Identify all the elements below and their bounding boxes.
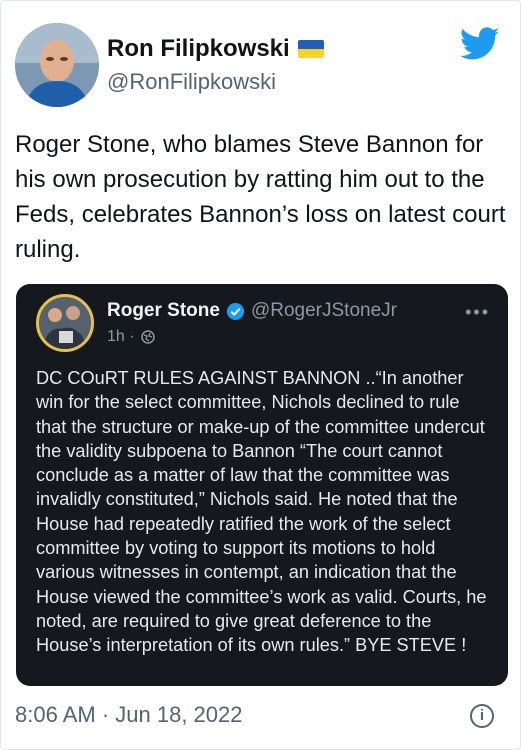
quoted-handle[interactable]: @RogerJStoneJr	[251, 300, 397, 322]
quoted-header: Roger Stone @RogerJStoneJr	[107, 300, 397, 322]
author-handle[interactable]: @RonFilipkowski	[107, 69, 324, 95]
author-display-name-row[interactable]: Ron Filipkowski	[107, 35, 324, 63]
quoted-author-avatar[interactable]	[36, 294, 94, 352]
tweet-header: Ron Filipkowski @RonFilipkowski	[15, 23, 506, 107]
quoted-body-text: DC COuRT RULES AGAINST BANNON ..“In anot…	[36, 368, 487, 656]
author-display-name[interactable]: Ron Filipkowski	[107, 35, 290, 63]
more-options-icon[interactable]: •••	[465, 302, 490, 323]
author-avatar[interactable]	[15, 23, 99, 107]
quoted-display-name[interactable]: Roger Stone	[107, 300, 220, 322]
tweet-footer: 8:06 AM · Jun 18, 2022 i	[15, 698, 506, 734]
verified-badge-icon	[226, 302, 245, 320]
tweet-text: Roger Stone, who blames Steve Bannon for…	[15, 131, 506, 263]
quoted-tweet[interactable]: Roger Stone @RogerJStoneJr ••• 1h · DC C…	[16, 284, 508, 686]
tweet-timestamp[interactable]: 8:06 AM · Jun 18, 2022	[15, 702, 243, 728]
quoted-time[interactable]: 1h ·	[107, 328, 135, 346]
tweet-card: Ron Filipkowski @RonFilipkowski Roger St…	[0, 0, 521, 750]
info-icon[interactable]: i	[470, 704, 494, 728]
twitter-bird-icon[interactable]	[460, 27, 500, 61]
ukraine-flag-icon	[297, 40, 324, 58]
quoted-time-row: 1h ·	[107, 328, 155, 346]
author-names: Ron Filipkowski @RonFilipkowski	[107, 35, 324, 95]
globe-icon	[140, 330, 155, 344]
